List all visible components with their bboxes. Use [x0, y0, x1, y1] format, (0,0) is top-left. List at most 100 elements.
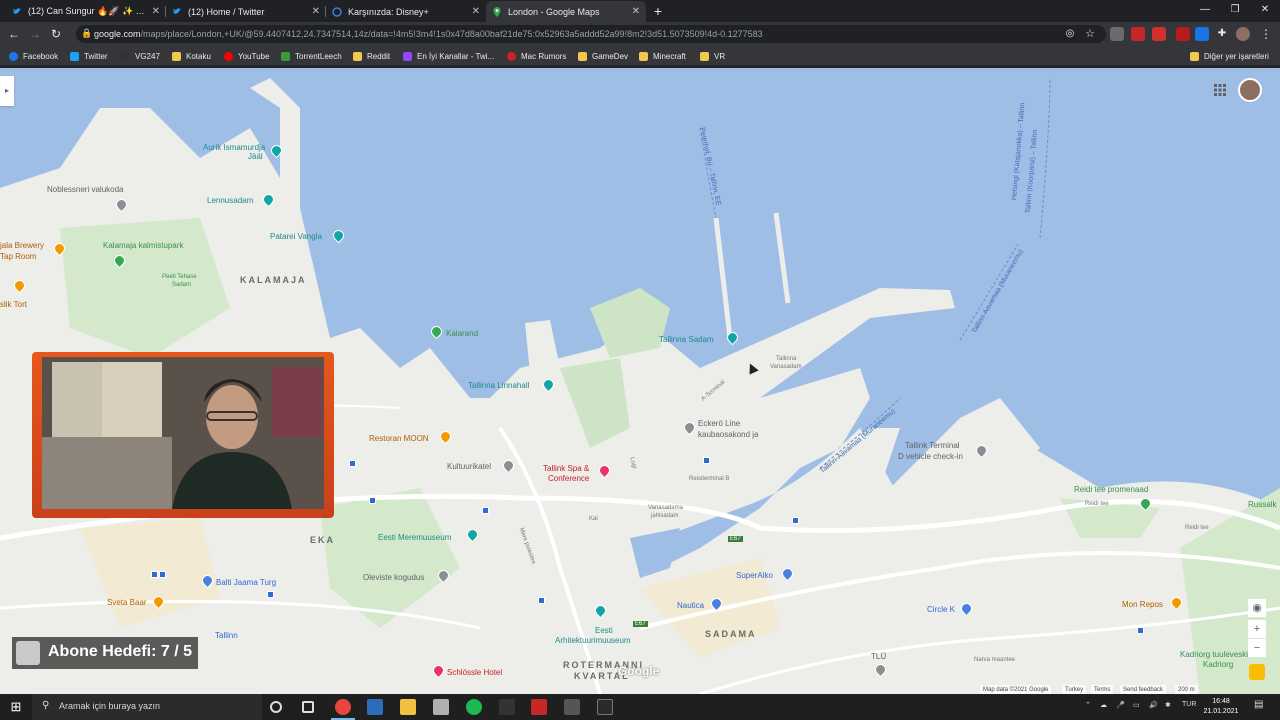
tab-disney[interactable]: Karşınızda: Disney+ ✕ — [326, 1, 486, 22]
extension-icon[interactable] — [1176, 27, 1190, 41]
app-icon[interactable] — [433, 699, 449, 715]
bookmark-star-icon[interactable]: ☆ — [1082, 26, 1098, 42]
bookmark-macrumors[interactable]: Mac Rumors — [507, 49, 566, 63]
bookmark-youtube[interactable]: YouTube — [224, 49, 269, 63]
send-feedback-link[interactable]: Send feedback — [1120, 685, 1167, 694]
back-button[interactable]: ← — [6, 26, 22, 42]
app-icon[interactable] — [564, 699, 580, 715]
bookmark-torrentleech[interactable]: TorrentLeech — [281, 49, 342, 63]
reload-button[interactable]: ↻ — [48, 26, 64, 42]
collapse-side-panel-button[interactable]: ▸ — [0, 76, 14, 106]
tab-can-sungur[interactable]: (12) Can Sungur 🔥🚀 ✨ #KalkC ✕ — [6, 1, 166, 22]
poi-label[interactable]: Peeti Tehase — [162, 274, 197, 280]
bus-stop-icon[interactable] — [792, 517, 799, 524]
poi-label[interactable]: Tallink Terminal — [905, 441, 960, 450]
poi-label[interactable]: Kadriorg tuuleveski — [1180, 650, 1248, 659]
poi-label[interactable]: Nautica — [677, 601, 704, 610]
task-view-icon[interactable] — [302, 701, 314, 713]
poi-label[interactable]: Patarei Vangla — [270, 232, 322, 241]
bluetooth-icon[interactable]: ✱ — [1165, 701, 1171, 709]
poi-label[interactable]: Tallinna Linnahall — [468, 381, 529, 390]
cortana-icon[interactable] — [270, 701, 282, 713]
obs-icon[interactable] — [499, 699, 515, 715]
bus-stop-icon[interactable] — [482, 507, 489, 514]
volume-icon[interactable]: 🔊 — [1149, 701, 1158, 709]
poi-label[interactable]: Eckerö Line — [698, 419, 740, 428]
extension-icon[interactable] — [1110, 27, 1124, 41]
spotify-icon[interactable] — [466, 699, 482, 715]
poi-label[interactable]: Eesti — [595, 626, 613, 635]
poi-label[interactable]: Tallinn — [215, 631, 238, 640]
poi-label[interactable]: D vehicle check-in — [898, 452, 963, 461]
poi-label[interactable]: TLÜ — [871, 652, 886, 661]
location-icon[interactable]: ◎ — [1062, 26, 1078, 42]
close-tab-icon[interactable]: ✕ — [632, 6, 640, 17]
bookmark-vg247[interactable]: VG247 — [121, 49, 160, 63]
close-window-button[interactable]: ✕ — [1250, 2, 1280, 18]
poi-label[interactable]: Noblessneri valukoda — [47, 185, 124, 194]
maximize-button[interactable]: ❐ — [1220, 2, 1250, 18]
poi-label[interactable]: Conference — [548, 474, 589, 483]
zoom-in-button[interactable]: + — [1248, 620, 1266, 638]
forward-button[interactable]: → — [27, 26, 43, 42]
new-tab-button[interactable]: + — [650, 2, 666, 20]
poi-label[interactable]: Russalk — [1248, 500, 1276, 509]
terms-link[interactable]: Terms — [1091, 685, 1114, 694]
close-tab-icon[interactable]: ✕ — [312, 6, 320, 17]
poi-label[interactable]: jala Brewery — [0, 241, 44, 250]
bus-stop-icon[interactable] — [349, 460, 356, 467]
poi-label[interactable]: Tallink Spa & — [543, 464, 589, 473]
windows-start-icon[interactable]: ⊞ — [0, 694, 32, 720]
network-icon[interactable]: ▭ — [1133, 701, 1140, 709]
poi-label[interactable]: Circle K — [927, 605, 955, 614]
app-icon[interactable] — [531, 699, 547, 715]
bus-stop-icon[interactable] — [267, 591, 274, 598]
address-bar[interactable]: 🔒 google.com/maps/place/London,+UK/@59.4… — [76, 25, 1106, 43]
bookmark-vr[interactable]: VR — [700, 49, 725, 63]
poi-label[interactable]: Oleviste kogudus — [363, 573, 424, 582]
poi-label[interactable]: Eesti Meremuuseum — [378, 533, 451, 542]
system-clock[interactable]: 16:48 21.01.2021 — [1200, 697, 1242, 717]
tab-twitter-home[interactable]: (12) Home / Twitter ✕ — [166, 1, 326, 22]
poi-label[interactable]: Arhitektuurimuuseum — [555, 636, 631, 645]
poi-label[interactable]: slik Tort — [0, 300, 27, 309]
language-indicator[interactable]: TUR — [1182, 701, 1196, 708]
google-apps-icon[interactable] — [1214, 84, 1226, 96]
bus-stop-icon[interactable] — [159, 571, 166, 578]
scale-bar[interactable]: 200 m — [1175, 685, 1198, 694]
minimize-button[interactable]: — — [1190, 2, 1220, 18]
bookmark-twitter[interactable]: Twitter — [70, 49, 108, 63]
poi-label[interactable]: Reidi tee promenaad — [1074, 485, 1148, 494]
microphone-icon[interactable]: 🎤 — [1116, 701, 1125, 709]
street-view-pegman-icon[interactable] — [1249, 664, 1265, 680]
close-tab-icon[interactable]: ✕ — [472, 6, 480, 17]
bus-stop-icon[interactable] — [703, 457, 710, 464]
tray-chevron-icon[interactable]: ⌃ — [1085, 701, 1091, 709]
account-avatar[interactable] — [1238, 78, 1262, 102]
profile-avatar-icon[interactable] — [1236, 27, 1250, 41]
poi-label[interactable]: Lennusadam — [207, 196, 253, 205]
poi-label[interactable]: Kadriorg — [1203, 660, 1233, 669]
tab-google-maps[interactable]: London - Google Maps ✕ — [486, 1, 646, 22]
other-bookmarks[interactable]: Diğer yer işaretleri — [1190, 49, 1269, 63]
notification-icon[interactable]: ▤ — [1254, 699, 1263, 710]
app-icon[interactable] — [597, 699, 613, 715]
cloud-icon[interactable]: ☁ — [1100, 701, 1107, 709]
bus-stop-icon[interactable] — [369, 497, 376, 504]
my-location-button[interactable]: ◉ — [1248, 599, 1266, 617]
poi-label[interactable]: Kalamaja kalmistupark — [103, 241, 183, 250]
region-link[interactable]: Turkey — [1062, 685, 1087, 694]
poi-label[interactable]: Balti Jaama Turg — [216, 578, 276, 587]
bookmark-gamedev[interactable]: GameDev — [578, 49, 628, 63]
poi-label[interactable]: Tallinna Sadam — [659, 335, 714, 344]
taskbar-search-box[interactable]: ⚲ Aramak için buraya yazın — [32, 694, 262, 720]
poi-label[interactable]: Mon Repos — [1122, 600, 1163, 609]
bookmark-twitch[interactable]: En İyi Kanallar - Twi... — [403, 49, 494, 63]
poi-label[interactable]: Kultuurikatel — [447, 462, 491, 471]
poi-label[interactable]: Tap Room — [0, 252, 36, 261]
bus-stop-icon[interactable] — [151, 571, 158, 578]
poi-label[interactable]: Sadam — [172, 282, 191, 288]
steam-icon[interactable] — [367, 699, 383, 715]
menu-kebab-icon[interactable]: ⋮ — [1258, 26, 1274, 42]
zoom-out-button[interactable]: − — [1248, 639, 1266, 657]
